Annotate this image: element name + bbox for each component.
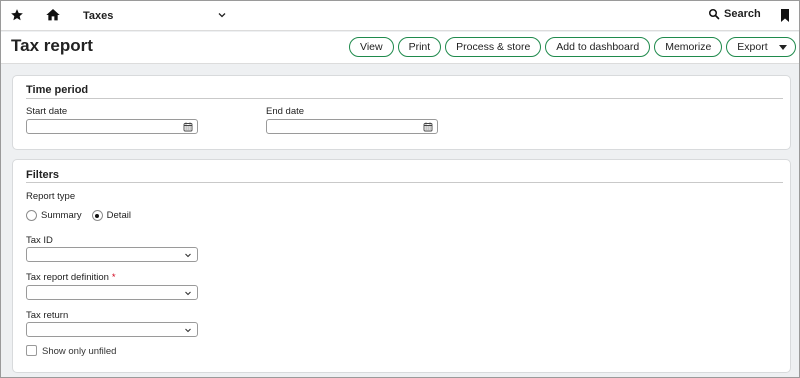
report-type-label: Report type (26, 191, 76, 202)
summary-radio-label[interactable]: Summary (41, 210, 82, 221)
add-to-dashboard-button[interactable]: Add to dashboard (545, 37, 651, 57)
summary-radio[interactable] (26, 210, 37, 221)
top-bar: Taxes Search (1, 1, 799, 31)
chevron-down-icon[interactable] (217, 10, 227, 20)
end-date-field[interactable] (266, 119, 438, 134)
tax-report-definition-label: Tax report definition * (26, 272, 116, 283)
tax-report-definition-select[interactable] (26, 285, 198, 300)
module-name[interactable]: Taxes (83, 10, 113, 22)
tax-id-label: Tax ID (26, 235, 53, 246)
start-date-field[interactable] (26, 119, 198, 134)
view-button[interactable]: View (349, 37, 394, 57)
time-period-title: Time period (26, 84, 89, 96)
end-date-input[interactable] (267, 120, 437, 133)
time-period-panel: Time period Start date End date (12, 75, 791, 150)
search-button[interactable]: Search (708, 8, 761, 20)
tax-return-select[interactable] (26, 322, 198, 337)
app-window: Taxes Search Tax report View Print Proce… (0, 0, 800, 378)
detail-radio-label[interactable]: Detail (107, 210, 131, 221)
caret-down-icon (778, 44, 787, 50)
show-only-unfiled-checkbox[interactable] (26, 345, 37, 356)
export-button[interactable]: Export (726, 37, 796, 57)
print-button[interactable]: Print (397, 37, 442, 57)
bookmark-icon[interactable] (780, 9, 790, 22)
tax-report-definition-text: Tax report definition (26, 272, 109, 283)
end-date-label: End date (266, 106, 305, 117)
memorize-button[interactable]: Memorize (654, 37, 723, 57)
section-divider (26, 182, 783, 183)
start-date-input[interactable] (27, 120, 197, 133)
tax-return-input[interactable] (27, 323, 197, 336)
show-only-unfiled-label[interactable]: Show only unfiled (42, 346, 116, 357)
export-label: Export (737, 41, 768, 53)
search-label: Search (724, 8, 761, 20)
tax-report-definition-input[interactable] (27, 286, 197, 299)
tax-id-select[interactable] (26, 247, 198, 262)
search-icon (709, 9, 720, 20)
tax-return-label: Tax return (26, 310, 69, 321)
process-store-button[interactable]: Process & store (445, 37, 542, 57)
filters-panel: Filters Report type Summary Detail Tax I… (12, 159, 791, 373)
detail-radio[interactable] (91, 210, 103, 221)
page-title: Tax report (11, 36, 93, 55)
filters-title: Filters (26, 169, 60, 181)
report-type-radio-group: Summary Detail (26, 210, 141, 221)
tax-id-input[interactable] (27, 248, 197, 261)
page-header: Tax report View Print Process & store Ad… (1, 32, 799, 64)
start-date-label: Start date (26, 106, 68, 117)
required-marker: * (111, 272, 116, 283)
home-icon[interactable] (45, 7, 61, 23)
star-icon[interactable] (10, 8, 24, 22)
section-divider (26, 98, 783, 99)
action-buttons: View Print Process & store Add to dashbo… (349, 37, 796, 57)
